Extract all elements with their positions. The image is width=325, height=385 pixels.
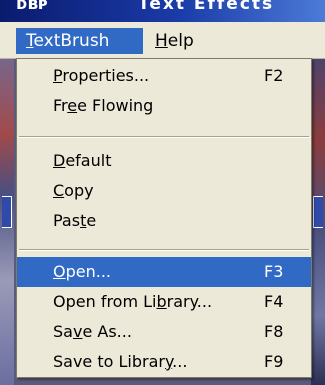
title-bar: ᴅʙᴘ Text Effects — [0, 0, 325, 22]
menu-separator-2 — [19, 249, 309, 251]
menu-item-properties-shortcut: F2 — [264, 66, 284, 85]
menu-item-paste[interactable]: Paste — [17, 206, 311, 236]
menu-help-mnemonic: H — [155, 31, 168, 51]
menu-item-copy-label: Copy — [53, 181, 94, 200]
menu-item-paste-label: Paste — [53, 211, 97, 230]
menu-bar: TextBrush Help — [0, 22, 325, 59]
menu-item-open-from-library-label: Open from Library... — [53, 292, 213, 311]
menu-help-label: elp — [167, 31, 194, 51]
menu-item-save-as-shortcut: F8 — [264, 322, 284, 341]
menu-item-open-from-library-shortcut: F4 — [264, 292, 284, 311]
background-marker-right — [313, 196, 323, 228]
menu-textbrush[interactable]: TextBrush — [16, 28, 143, 54]
menu-item-save-to-library-label: Save to Library... — [53, 352, 188, 371]
title-prefix: ᴅʙᴘ — [16, 0, 48, 14]
menu-item-save-as[interactable]: Save As... F8 — [17, 317, 311, 347]
menu-item-open-shortcut: F3 — [264, 262, 284, 281]
menu-help[interactable]: Help — [145, 28, 201, 54]
menu-item-default[interactable]: Default — [17, 146, 311, 176]
app-window: ᴅʙᴘ Text Effects TextBrush Help Properti… — [0, 0, 325, 385]
menu-item-free-flowing[interactable]: Free Flowing — [17, 91, 311, 121]
menu-separator-1 — [19, 136, 309, 138]
background-marker-left — [2, 196, 12, 228]
menu-item-save-to-library[interactable]: Save to Library... F9 — [17, 347, 311, 377]
menu-item-open-label: Open... — [53, 262, 111, 281]
textbrush-dropdown-menu: Properties... F2 Free Flowing Default Co… — [16, 58, 312, 378]
menu-item-save-to-library-shortcut: F9 — [264, 352, 284, 371]
menu-textbrush-mnemonic: T — [26, 31, 34, 51]
menu-item-properties-label: Properties... — [53, 66, 150, 85]
menu-item-free-flowing-label: Free Flowing — [53, 96, 154, 115]
menu-item-properties[interactable]: Properties... F2 — [17, 61, 311, 91]
menu-item-open-from-library[interactable]: Open from Library... F4 — [17, 287, 311, 317]
menu-textbrush-label: extBrush — [33, 31, 110, 51]
menu-item-save-as-label: Save As... — [53, 322, 132, 341]
menu-item-default-label: Default — [53, 151, 112, 170]
menu-item-copy[interactable]: Copy — [17, 176, 311, 206]
window-title: Text Effects — [138, 0, 275, 14]
menu-item-open[interactable]: Open... F3 — [17, 257, 311, 287]
